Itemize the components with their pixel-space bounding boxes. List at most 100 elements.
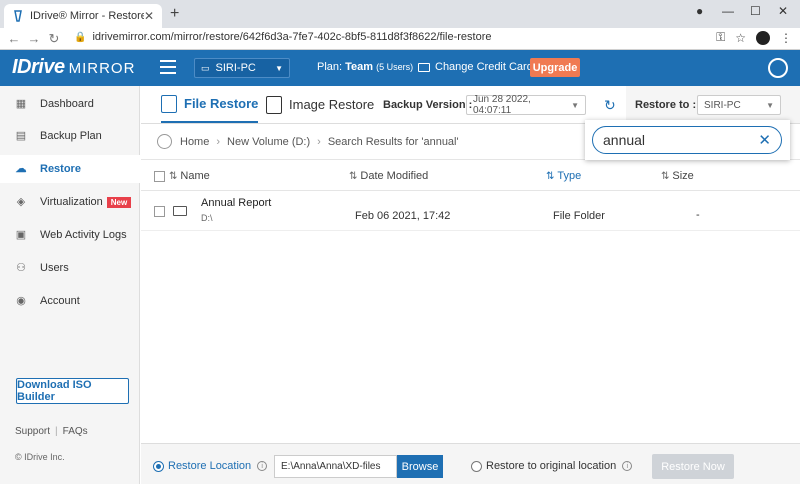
table-header: ⇅ Name ⇅ Date Modified ⇅ Type ⇅ Size	[141, 161, 800, 191]
support-link[interactable]: Support	[15, 426, 50, 437]
sidebar-footer-links: Support | FAQs	[15, 426, 88, 437]
minimize-button[interactable]: —	[722, 4, 734, 18]
folder-icon	[173, 206, 187, 216]
url-text: idrivemirror.com/mirror/restore/642f6d3a…	[92, 31, 492, 43]
search-input[interactable]	[603, 132, 743, 148]
row-checkbox[interactable]	[154, 206, 165, 217]
profile-avatar-icon[interactable]	[756, 30, 770, 45]
copyright: © IDrive Inc.	[15, 452, 65, 462]
restore-to-label: Restore to :	[635, 99, 697, 111]
backup-version-select[interactable]: Jun 28 2022, 04:07:11 ▼	[466, 94, 586, 116]
close-window-button[interactable]: ✕	[778, 4, 788, 18]
backup-plan-icon: ▤	[15, 130, 27, 142]
menu-dots-icon[interactable]: ⋮	[780, 31, 792, 45]
new-tab-button[interactable]: +	[170, 5, 179, 23]
new-badge: New	[106, 196, 132, 208]
logo-main: IDrive	[12, 56, 65, 78]
tab-close-icon[interactable]: ✕	[144, 9, 154, 23]
sidebar-item-backup-plan[interactable]: ▤ Backup Plan	[0, 122, 140, 150]
back-icon[interactable]: ←	[4, 31, 24, 46]
column-date-modified[interactable]: ⇅ Date Modified	[349, 170, 428, 182]
restore-to-panel: Restore to : SIRI-PC ▼	[626, 86, 800, 123]
users-icon: ⚇	[16, 262, 26, 274]
breadcrumb-volume[interactable]: New Volume (D:)	[227, 136, 310, 148]
info-icon[interactable]: i	[257, 461, 268, 471]
restore-location-option[interactable]: Restore Location i	[153, 460, 268, 472]
restore-original-radio[interactable]	[471, 460, 482, 472]
profile-badge-icon[interactable]: ●	[696, 4, 703, 18]
faqs-link[interactable]: FAQs	[63, 426, 88, 437]
image-restore-icon	[266, 95, 282, 114]
chevron-down-icon: ▼	[571, 100, 579, 110]
user-account-icon[interactable]	[768, 58, 788, 78]
restore-original-option[interactable]: Restore to original location i	[471, 460, 633, 472]
tab-title: IDrive® Mirror - Restore	[30, 10, 144, 22]
restore-location-radio[interactable]	[153, 460, 164, 472]
search-popover: ✕	[585, 120, 790, 160]
file-restore-icon	[161, 94, 177, 113]
breadcrumb-results: Search Results for 'annual'	[327, 135, 459, 148]
sort-icon: ⇅	[349, 170, 358, 182]
sidebar: ▦ Dashboard ▤ Backup Plan ☁ Restore ◈ Vi…	[0, 86, 140, 484]
virtualization-icon: ◈	[16, 196, 26, 208]
key-icon[interactable]: ⚿	[716, 30, 725, 45]
refresh-icon[interactable]: ↻	[604, 97, 616, 114]
select-all-checkbox[interactable]	[154, 170, 165, 182]
restore-path-field[interactable]: E:\Anna\Anna\XD-files	[274, 455, 397, 478]
plan-info: Plan: Team (5 Users)	[317, 61, 414, 73]
credit-card-icon	[418, 62, 430, 72]
column-type[interactable]: ⇅ Type	[546, 170, 581, 182]
table-row[interactable]: Annual Report D:\ Feb 06 2021, 17:42 Fil…	[141, 191, 800, 231]
idrive-mirror-logo[interactable]: IDrive MIRROR	[12, 56, 135, 79]
computer-name: SIRI-PC	[215, 62, 256, 74]
column-size[interactable]: ⇅ Size	[661, 170, 694, 182]
restore-cloud-icon: ☁	[15, 163, 27, 175]
sidebar-item-virtualization[interactable]: ◈ Virtualization New	[0, 188, 140, 216]
url-field[interactable]: 🔒 idrivemirror.com/mirror/restore/642f6d…	[74, 31, 492, 43]
change-credit-card-link[interactable]: Change Credit Card	[418, 61, 533, 73]
maximize-button[interactable]: ☐	[750, 4, 761, 18]
chevron-down-icon: ▼	[275, 63, 283, 73]
clear-search-icon[interactable]: ✕	[758, 131, 771, 149]
sidebar-item-web-activity-logs[interactable]: ▣ Web Activity Logs	[0, 221, 140, 249]
browser-tab[interactable]: IDrive® Mirror - Restore ✕	[4, 4, 162, 28]
dashboard-icon: ▦	[15, 98, 27, 110]
sort-icon: ⇅	[661, 170, 670, 182]
restore-to-select[interactable]: SIRI-PC ▼	[697, 95, 781, 115]
restore-toolbar: File Restore Image Restore Backup Versio…	[141, 86, 800, 124]
tab-image-restore[interactable]: Image Restore	[266, 86, 374, 123]
row-type: File Folder	[553, 210, 605, 222]
sidebar-item-restore[interactable]: ☁ Restore	[0, 155, 140, 183]
column-name[interactable]: ⇅ Name	[154, 170, 210, 182]
app-header: IDrive MIRROR ▭ SIRI-PC ▼ Plan: Team (5 U…	[0, 50, 800, 86]
sort-icon: ⇅	[546, 170, 555, 182]
reload-icon[interactable]: ↻	[44, 31, 64, 47]
restore-now-button[interactable]: Restore Now	[652, 454, 734, 479]
search-field: ✕	[592, 126, 782, 154]
row-name[interactable]: Annual Report	[201, 197, 271, 209]
breadcrumb-home[interactable]: Home	[180, 136, 209, 148]
tab-file-restore[interactable]: File Restore	[161, 86, 259, 123]
logs-icon: ▣	[15, 229, 27, 241]
idrive-favicon-icon	[14, 10, 22, 22]
download-iso-builder-button[interactable]: Download ISO Builder	[16, 378, 129, 404]
sidebar-item-dashboard[interactable]: ▦ Dashboard	[0, 90, 140, 118]
home-icon[interactable]	[157, 134, 172, 149]
account-icon: ◉	[16, 295, 26, 307]
computer-selector[interactable]: ▭ SIRI-PC ▼	[194, 58, 290, 78]
restore-action-bar: Restore Location i E:\Anna\Anna\XD-files…	[141, 443, 800, 484]
logo-sub: MIRROR	[68, 60, 136, 77]
row-date: Feb 06 2021, 17:42	[355, 210, 451, 222]
sidebar-item-account[interactable]: ◉ Account	[0, 287, 140, 315]
sidebar-item-users[interactable]: ⚇ Users	[0, 254, 140, 282]
upgrade-button[interactable]: Upgrade	[530, 58, 580, 77]
row-path: D:\	[201, 213, 213, 223]
browse-button[interactable]: Browse	[397, 455, 443, 478]
info-icon[interactable]: i	[622, 461, 633, 471]
browser-tab-bar: IDrive® Mirror - Restore ✕ + ● — ☐ ✕	[0, 0, 800, 28]
hamburger-menu-icon[interactable]	[160, 60, 176, 78]
monitor-icon: ▭	[201, 62, 210, 73]
star-icon[interactable]: ☆	[735, 31, 746, 45]
forward-icon[interactable]: →	[24, 31, 44, 46]
row-size: -	[696, 209, 700, 221]
